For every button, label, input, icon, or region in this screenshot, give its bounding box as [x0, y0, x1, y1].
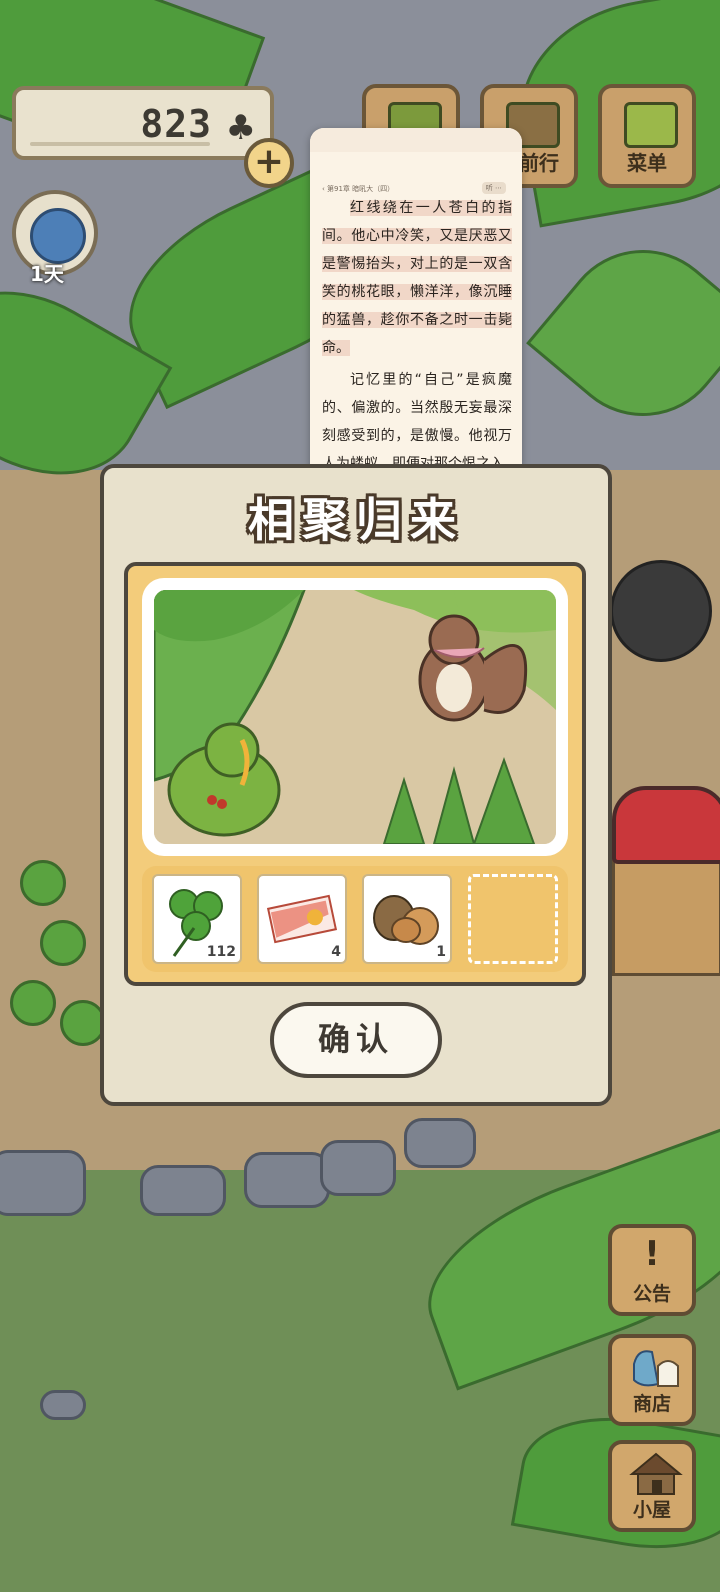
reward-slot-ticket[interactable]: 4	[257, 874, 347, 964]
rock	[140, 1165, 226, 1216]
clover-plant	[10, 980, 56, 1026]
mailbox[interactable]	[612, 786, 720, 864]
reader-top-bar	[310, 128, 522, 152]
reader-paragraph: 红线绕在一人苍白的指间。他心中冷笑，又是厌恶又是警惕抬头，对上的是一双含笑的桃花…	[322, 194, 512, 362]
reader-paragraph: 记忆里的“自己”是疯魔的、偏激的。当然殷无妄最深刻感受到的，是傲慢。他视万人为蝼…	[322, 372, 512, 472]
clover-count: 823	[140, 102, 212, 146]
rock	[40, 1390, 86, 1420]
exclamation-icon: !	[644, 1234, 660, 1274]
reward-count: 4	[331, 944, 341, 960]
rock	[404, 1118, 476, 1168]
reward-slot-clover[interactable]: 112	[152, 874, 242, 964]
day-counter: 1天	[30, 262, 64, 286]
rock	[244, 1152, 330, 1208]
reader-tools[interactable]: 听 ⋯	[481, 182, 506, 194]
clover-plant	[20, 860, 66, 906]
dialog-title: 相聚归来	[248, 493, 464, 547]
mailbox-post	[612, 850, 720, 976]
frog-avatar-icon	[30, 208, 86, 264]
add-clover-button[interactable]: +	[244, 138, 294, 188]
rock	[320, 1140, 396, 1196]
clover-plant	[40, 920, 86, 966]
shop-button-label: 商店	[632, 1393, 671, 1415]
frog-and-squirrel-illustration	[154, 590, 556, 844]
reader-floating-window[interactable]: ‹ 第91章 暗吼大（四） 听 ⋯ 红线绕在一人苍白的指间。他心中冷笑，又是厌恶…	[310, 128, 522, 478]
notice-button-label: 公告	[632, 1283, 671, 1305]
menu-button[interactable]: 菜单	[598, 84, 696, 188]
reward-count: 112	[206, 944, 236, 960]
confirm-button[interactable]: 确认	[270, 1002, 442, 1078]
reward-slot-nuts[interactable]: 1	[362, 874, 452, 964]
house-button-label: 小屋	[632, 1499, 671, 1521]
reader-highlighted-text: 红线绕在一人苍白的指间。他心中冷笑，又是厌恶又是警惕抬头，对上的是一双含笑的桃花…	[322, 200, 512, 356]
clover-icon: ♣	[225, 108, 256, 148]
house-button[interactable]: 小屋	[608, 1440, 696, 1532]
reward-count: 1	[436, 944, 446, 960]
souvenir-photo	[154, 590, 556, 844]
shop-bag-icon	[633, 1350, 679, 1387]
clover-counter: 823 ♣	[12, 86, 274, 160]
menu-button-label: 菜单	[627, 151, 667, 175]
rock	[0, 1150, 86, 1216]
counter-underline	[30, 142, 210, 146]
menu-icon	[624, 102, 678, 148]
notice-button[interactable]: ! 公告	[608, 1224, 696, 1316]
shop-button[interactable]: 商店	[608, 1334, 696, 1426]
reader-chapter-title[interactable]: ‹ 第91章 暗吼大（四）	[322, 184, 394, 194]
house-icon	[629, 1452, 683, 1495]
cage-decoration	[610, 560, 712, 662]
reward-slot-empty	[468, 874, 558, 964]
